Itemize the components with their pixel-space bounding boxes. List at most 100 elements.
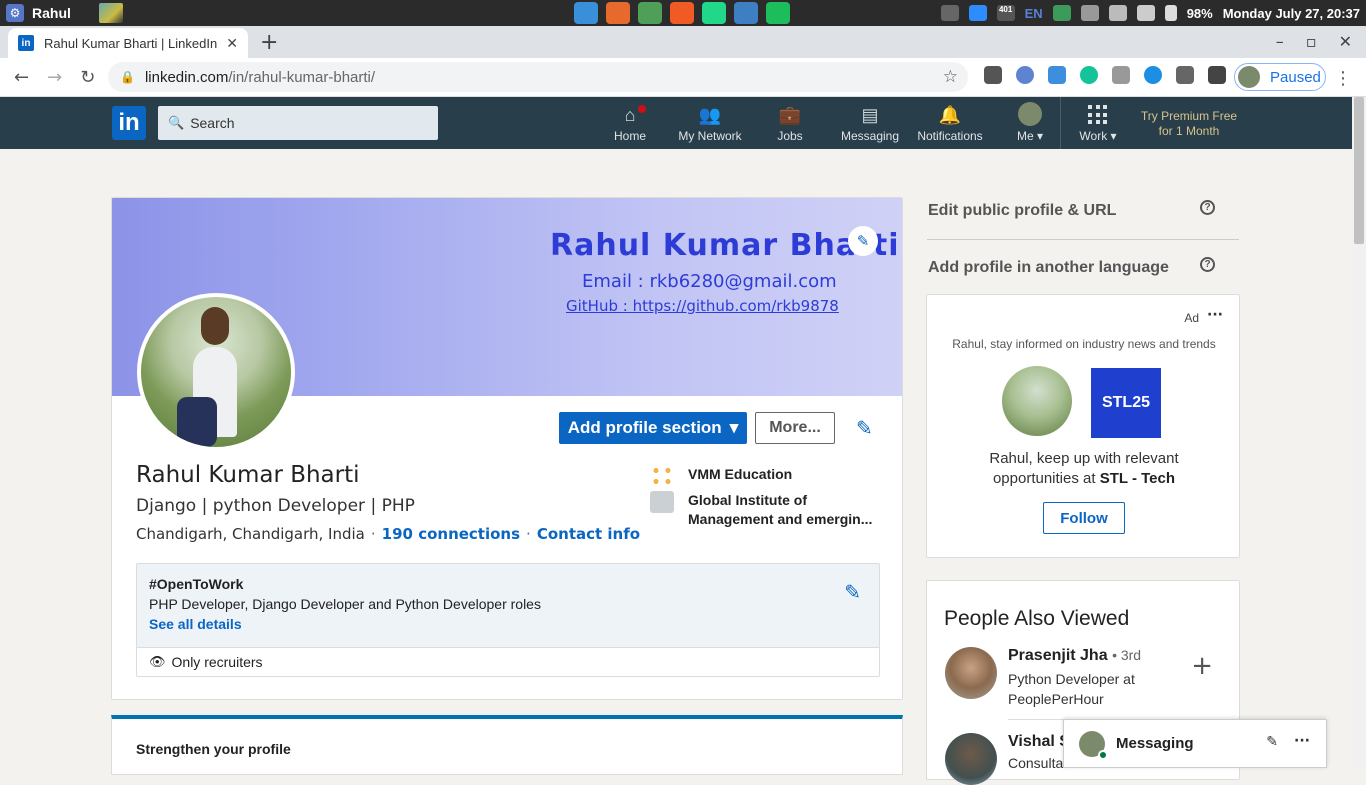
scrollbar-thumb[interactable] (1354, 97, 1364, 244)
keyboard-language[interactable]: EN (1025, 6, 1043, 21)
profile-headline: Django | python Developer | PHP (136, 496, 415, 516)
edit-open-to-work-pencil-icon[interactable]: ✎ (844, 580, 861, 604)
clipboard-icon[interactable] (1080, 5, 1099, 21)
strengthen-profile-card: Strengthen your profile (111, 715, 903, 775)
browser-profile-avatar (1238, 66, 1260, 88)
contact-info-link[interactable]: Contact info (537, 525, 640, 543)
edit-banner-pencil-icon[interactable]: ✎ (848, 226, 878, 256)
eyedropper-extension-icon[interactable] (984, 66, 1002, 84)
person-avatar-2[interactable] (945, 733, 997, 785)
stl-company-logo[interactable]: STL25 (1091, 368, 1161, 438)
nav-work-label: Work ▾ (1079, 129, 1117, 143)
nav-work[interactable]: Work ▾ (1068, 97, 1128, 149)
try-premium-link[interactable]: Try Premium Free for 1 Month (1136, 109, 1242, 139)
eye-icon: 👁 (149, 654, 166, 669)
person-avatar[interactable] (945, 647, 997, 699)
pycharm-app-icon-2[interactable] (766, 2, 790, 24)
premium-line1: Try Premium Free (1140, 109, 1238, 123)
briefcase-icon: 💼 (778, 105, 802, 125)
nav-my-network[interactable]: 👥 My Network (670, 97, 750, 149)
messaging-bar[interactable]: Messaging ✎ ··· (1063, 719, 1327, 768)
nav-jobs[interactable]: 💼 Jobs (750, 97, 830, 149)
nav-home[interactable]: ⌂ Home (590, 97, 670, 149)
nav-me[interactable]: Me ▾ (990, 97, 1070, 149)
grid-icon (1088, 105, 1108, 125)
person-name-row[interactable]: Prasenjit Jha • 3rd (1008, 647, 1141, 665)
system-menu-icon[interactable]: ⚙ (6, 4, 24, 22)
connections-link[interactable]: 190 connections (382, 525, 520, 543)
follow-button[interactable]: Follow (1043, 502, 1125, 534)
media-control-icon[interactable] (1208, 66, 1226, 84)
puzzle-icon[interactable] (1176, 66, 1194, 84)
wifi-icon[interactable] (1108, 5, 1127, 21)
maximize-icon[interactable]: ▫ (1306, 32, 1317, 51)
page-scrollbar[interactable] (1352, 97, 1366, 768)
shield-icon[interactable] (1052, 5, 1071, 21)
clock[interactable]: Monday July 27, 20:37 (1223, 6, 1360, 21)
edit-public-profile-link[interactable]: Edit public profile & URL ? (927, 186, 1239, 240)
browser-menu-icon[interactable]: ⋮ (1334, 68, 1352, 89)
help-icon[interactable]: ? (1200, 257, 1215, 272)
bluetooth-icon[interactable] (940, 5, 959, 21)
profile-paused-button[interactable]: Paused (1234, 63, 1326, 91)
profile-name: Rahul Kumar Bharti (136, 462, 360, 488)
download-extension-icon[interactable] (1144, 66, 1162, 84)
person-name-2[interactable]: Vishal S (1008, 733, 1070, 751)
help-icon[interactable]: ? (1200, 200, 1215, 215)
experience-vmm[interactable]: VMM Education (650, 465, 792, 487)
more-button[interactable]: More... (755, 412, 835, 444)
people-also-viewed-title: People Also Viewed (944, 607, 1130, 630)
edit-intro-pencil-icon[interactable]: ✎ (856, 416, 873, 440)
browser-tab[interactable]: in Rahul Kumar Bharti | LinkedIn ✕ (8, 28, 248, 58)
company-logo-icon (650, 465, 674, 487)
linkedin-logo[interactable]: in (112, 106, 146, 140)
search-input[interactable]: 🔍 Search (158, 106, 438, 140)
camera-extension-icon[interactable] (1112, 66, 1130, 84)
school-building-icon (650, 491, 674, 513)
nav-messaging-label: Messaging (840, 129, 900, 143)
extension-icon-2[interactable] (1016, 66, 1034, 84)
browser-tab-strip: in Rahul Kumar Bharti | LinkedIn ✕ + – ▫… (0, 26, 1366, 58)
files-app-icon[interactable] (574, 2, 598, 24)
battery-icon[interactable] (1164, 5, 1177, 21)
search-icon: 🔍 (168, 115, 185, 130)
compose-icon[interactable]: ✎ (1266, 734, 1278, 750)
nav-messaging[interactable]: ▤ Messaging (830, 97, 910, 149)
firefox-app-icon[interactable] (606, 2, 630, 24)
browser-toolbar: ← → ↻ 🔒 linkedin.com/in/rahul-kumar-bhar… (0, 58, 1366, 97)
reload-icon[interactable]: ↻ (80, 67, 95, 88)
pycharm-app-icon[interactable] (702, 2, 726, 24)
music-icon[interactable] (1136, 5, 1155, 21)
editor-app-icon[interactable] (734, 2, 758, 24)
nav-notifications[interactable]: 🔔 Notifications (910, 97, 990, 149)
new-tab-icon[interactable]: + (260, 30, 278, 55)
close-tab-icon[interactable]: ✕ (226, 35, 238, 52)
add-profile-section-button[interactable]: Add profile section ▾ (559, 412, 747, 444)
app-badge-icon[interactable]: 401 (996, 5, 1015, 21)
close-window-icon[interactable]: ✕ (1339, 32, 1352, 51)
see-all-details-link[interactable]: See all details (149, 616, 867, 632)
lock-icon[interactable]: 🔒 (120, 70, 135, 84)
connect-plus-icon[interactable]: + (1191, 651, 1213, 681)
education-global-institute[interactable]: Global Institute of Management and emerg… (650, 491, 872, 529)
forward-icon[interactable]: → (47, 67, 62, 88)
address-bar[interactable]: 🔒 linkedin.com/in/rahul-kumar-bharti/ ☆ (108, 62, 968, 92)
ad-options-icon[interactable]: ··· (1207, 307, 1223, 323)
add-language-profile-link[interactable]: Add profile in another language ? (927, 243, 1239, 297)
taskbar-apps (574, 2, 790, 24)
chrome-app-icon[interactable] (638, 2, 662, 24)
minimize-icon[interactable]: – (1276, 32, 1284, 51)
brave-app-icon[interactable] (670, 2, 694, 24)
os-user-name[interactable]: Rahul (32, 5, 71, 21)
bookmark-star-icon[interactable]: ☆ (943, 67, 958, 87)
back-icon[interactable]: ← (14, 67, 29, 88)
linkedin-favicon-icon: in (18, 35, 34, 51)
network-icon: 👥 (698, 105, 722, 125)
messaging-options-icon[interactable]: ··· (1294, 733, 1310, 749)
extension-icon-3[interactable] (1048, 66, 1066, 84)
profile-location-row: Chandigarh, Chandigarh, India · 190 connec… (136, 525, 641, 543)
profile-photo[interactable] (137, 293, 295, 451)
grammarly-icon[interactable] (1080, 66, 1098, 84)
app-launcher-icon[interactable] (98, 3, 123, 23)
zoom-icon[interactable] (968, 5, 987, 21)
